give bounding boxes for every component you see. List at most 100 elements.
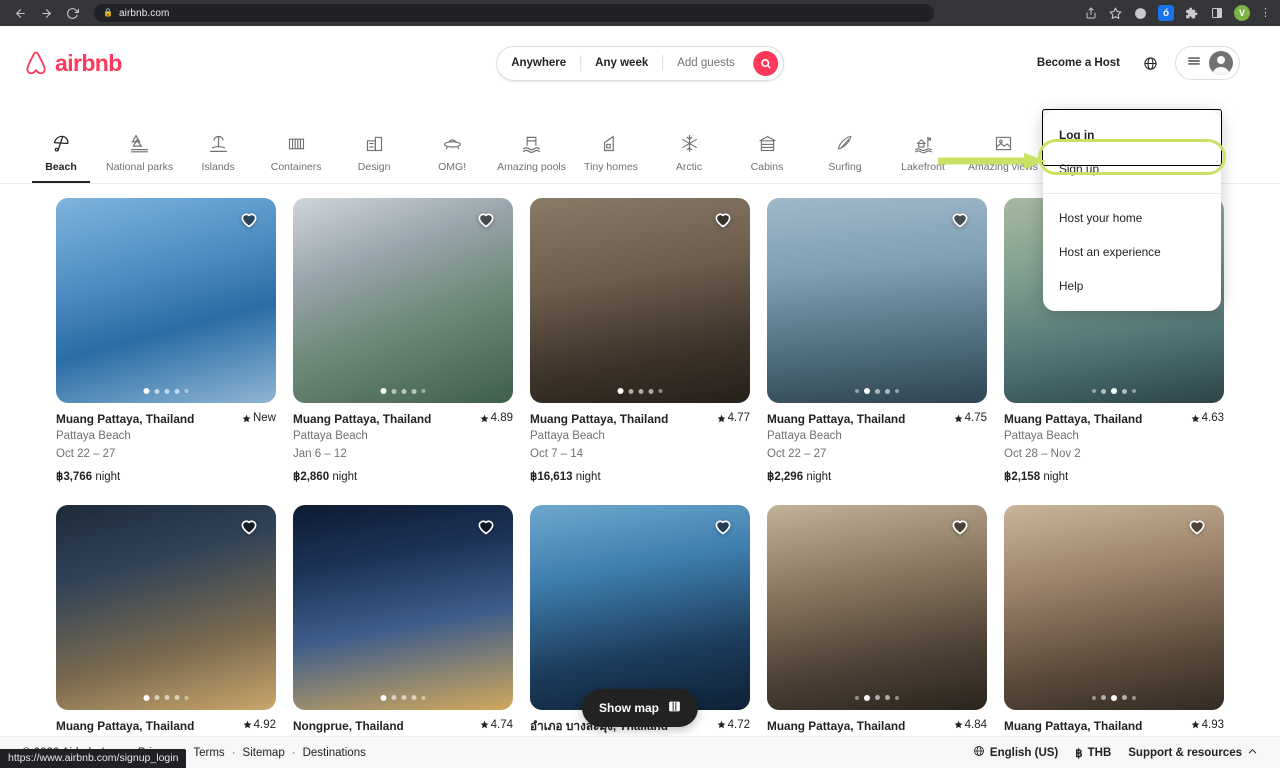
- listing-image[interactable]: [293, 198, 513, 403]
- forward-arrow-icon[interactable]: [34, 1, 58, 25]
- category-cabins[interactable]: Cabins: [728, 125, 806, 183]
- category-design[interactable]: Design: [335, 125, 413, 183]
- image-carousel-dots[interactable]: [1092, 388, 1136, 394]
- listing-image[interactable]: [293, 504, 513, 710]
- image-carousel-dots[interactable]: [380, 694, 426, 701]
- search-when[interactable]: Any week: [581, 57, 662, 69]
- island-palm-icon: [208, 131, 229, 155]
- listing-card[interactable]: Muang Pattaya, Thailand 4.84 Pattaya Bea…: [767, 504, 987, 752]
- profile-avatar-icon[interactable]: V: [1234, 5, 1250, 21]
- puzzle-extensions-icon[interactable]: [1184, 6, 1199, 21]
- favorite-heart-icon[interactable]: [239, 209, 259, 229]
- listing-dates: Jan 6 – 12: [293, 448, 347, 461]
- image-carousel-dots[interactable]: [380, 388, 426, 394]
- browser-toolbar-actions: ó V ⋮: [1083, 5, 1272, 21]
- category-omg[interactable]: OMG!: [413, 125, 491, 183]
- surfboard-icon: [835, 131, 856, 155]
- favorite-heart-icon[interactable]: [1187, 516, 1207, 536]
- listing-card[interactable]: Muang Pattaya, Thailand 4.89 Pattaya Bea…: [293, 198, 513, 483]
- menu-item-host-an-experience[interactable]: Host an experience: [1043, 235, 1221, 269]
- listing-price-unit: night: [1043, 470, 1069, 483]
- listing-image[interactable]: [1004, 504, 1224, 710]
- listing-card[interactable]: Muang Pattaya, Thailand 4.75 Pattaya Bea…: [767, 198, 987, 483]
- support-label: Support & resources: [1128, 746, 1242, 759]
- listing-rating: 4.63: [1191, 412, 1224, 424]
- listing-rating: 4.93: [1191, 719, 1224, 731]
- category-tiny-homes[interactable]: Tiny homes: [572, 125, 650, 183]
- airbnb-logo[interactable]: airbnb: [22, 49, 122, 77]
- listing-image[interactable]: [530, 504, 750, 710]
- currency-selector[interactable]: ฿ THB: [1075, 746, 1111, 760]
- category-containers[interactable]: Containers: [257, 125, 335, 183]
- listing-image[interactable]: [56, 198, 276, 403]
- menu-item-sign-up[interactable]: Sign up: [1043, 152, 1221, 186]
- category-beach[interactable]: Beach: [22, 125, 100, 183]
- listing-price: ฿16,613 night: [530, 469, 750, 483]
- category-label: Arctic: [675, 161, 703, 173]
- account-menu-button[interactable]: [1175, 46, 1240, 80]
- globe-icon[interactable]: [1135, 48, 1165, 78]
- footer-link-terms[interactable]: Terms: [193, 747, 224, 759]
- image-carousel-dots[interactable]: [617, 388, 663, 394]
- side-panel-icon[interactable]: [1209, 6, 1224, 21]
- favorite-heart-icon[interactable]: [950, 516, 970, 536]
- listing-card[interactable]: Muang Pattaya, Thailand 4.92 Pattaya Bea…: [56, 504, 276, 752]
- address-bar[interactable]: 🔒 airbnb.com: [94, 4, 934, 22]
- category-label: Amazing views: [968, 161, 1039, 173]
- bookmark-star-icon[interactable]: [1108, 6, 1123, 21]
- listing-rating: 4.72: [717, 719, 750, 731]
- show-map-button[interactable]: Show map: [581, 689, 699, 727]
- image-carousel-dots[interactable]: [1092, 694, 1136, 701]
- language-selector[interactable]: English (US): [973, 745, 1058, 760]
- back-arrow-icon[interactable]: [8, 1, 32, 25]
- category-amazing-pools[interactable]: Amazing pools: [491, 125, 572, 183]
- star-icon: [243, 720, 252, 729]
- category-national-parks[interactable]: National parks: [100, 125, 179, 183]
- amazing-pools-icon: [521, 131, 542, 155]
- listing-image[interactable]: [767, 504, 987, 710]
- image-carousel-dots[interactable]: [855, 388, 899, 394]
- favorite-heart-icon[interactable]: [476, 209, 496, 229]
- listing-price-value: ฿2,860: [293, 470, 330, 483]
- reload-icon[interactable]: [60, 1, 84, 25]
- menu-item-log-in[interactable]: Log in: [1043, 118, 1221, 152]
- kebab-menu-icon[interactable]: ⋮: [1260, 7, 1271, 19]
- search-icon[interactable]: [752, 50, 778, 76]
- menu-item-help[interactable]: Help: [1043, 269, 1221, 303]
- globe-extension-icon[interactable]: [1133, 6, 1148, 21]
- listing-image[interactable]: [56, 504, 276, 710]
- listing-image[interactable]: [767, 198, 987, 403]
- become-a-host-button[interactable]: Become a Host: [1026, 49, 1131, 77]
- category-surfing[interactable]: Surfing: [806, 125, 884, 183]
- star-icon: [480, 414, 489, 422]
- category-islands[interactable]: Islands: [179, 125, 257, 183]
- listing-rating: 4.74: [480, 719, 513, 731]
- blue-extension-icon[interactable]: ó: [1158, 5, 1174, 21]
- image-carousel-dots[interactable]: [143, 694, 189, 701]
- image-carousel-dots[interactable]: [855, 694, 899, 701]
- listing-card[interactable]: Muang Pattaya, Thailand 4.93 Pattaya Bea…: [1004, 504, 1224, 752]
- category-amazing-views[interactable]: Amazing views: [962, 125, 1044, 183]
- search-where[interactable]: Anywhere: [497, 57, 580, 69]
- footer-link-destinations[interactable]: Destinations: [303, 747, 366, 759]
- image-carousel-dots[interactable]: [143, 388, 189, 394]
- listing-card[interactable]: Muang Pattaya, Thailand 4.77 Pattaya Bea…: [530, 198, 750, 483]
- listing-image[interactable]: [530, 198, 750, 403]
- category-lakefront[interactable]: Lakefront: [884, 125, 962, 183]
- listing-price-unit: night: [332, 470, 358, 483]
- category-arctic[interactable]: Arctic: [650, 125, 728, 183]
- menu-item-host-your-home[interactable]: Host your home: [1043, 201, 1221, 235]
- favorite-heart-icon[interactable]: [476, 516, 496, 536]
- listing-card[interactable]: Muang Pattaya, Thailand New Pattaya Beac…: [56, 198, 276, 483]
- favorite-heart-icon[interactable]: [713, 209, 733, 229]
- search-bar[interactable]: Anywhere Any week Add guests: [496, 45, 784, 81]
- listing-card[interactable]: Nongprue, Thailand 4.74 Pattaya Beach: [293, 504, 513, 752]
- favorite-heart-icon[interactable]: [950, 209, 970, 229]
- listing-title: Muang Pattaya, Thailand: [56, 718, 195, 733]
- search-guests[interactable]: Add guests: [663, 57, 749, 69]
- footer-link-sitemap[interactable]: Sitemap: [243, 747, 285, 759]
- share-icon[interactable]: [1083, 6, 1098, 21]
- support-resources-button[interactable]: Support & resources: [1128, 746, 1258, 760]
- favorite-heart-icon[interactable]: [239, 516, 259, 536]
- favorite-heart-icon[interactable]: [713, 516, 733, 536]
